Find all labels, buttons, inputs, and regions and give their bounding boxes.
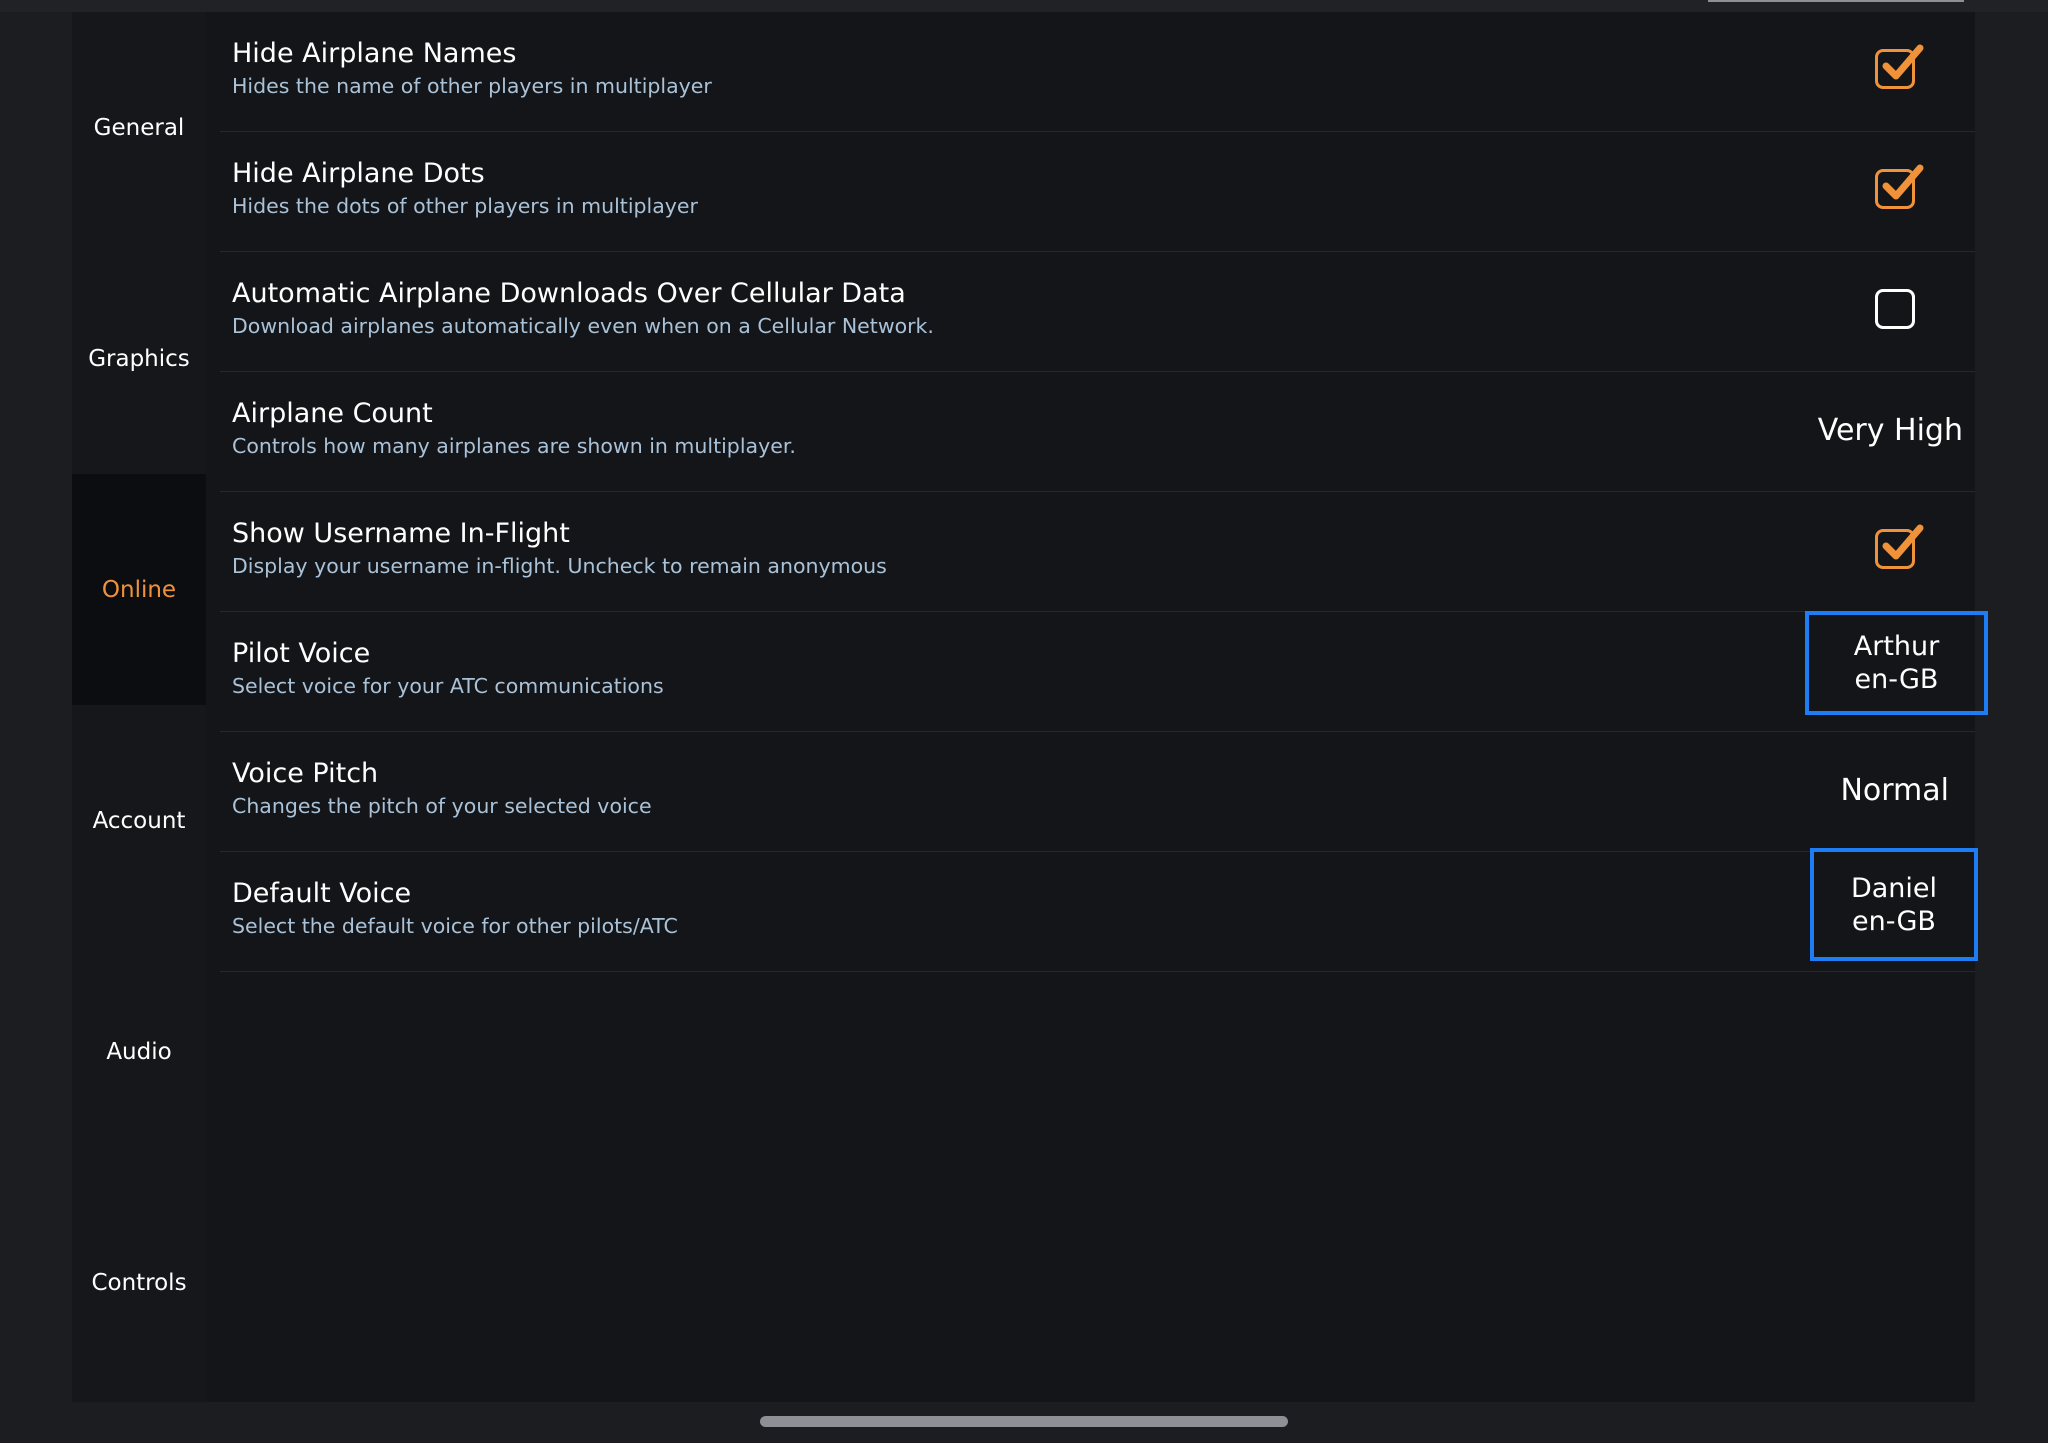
setting-row-default-voice: Default Voice Select the default voice f… [220, 848, 1978, 972]
setting-description: Display your username in-flight. Uncheck… [232, 554, 887, 578]
setting-description: Hides the name of other players in multi… [232, 74, 712, 98]
checkmark-icon [1882, 164, 1924, 200]
setting-row-auto-downloads: Automatic Airplane Downloads Over Cellul… [220, 252, 1975, 372]
sidebar-item-graphics[interactable]: Graphics [72, 243, 206, 474]
settings-sidebar: General Graphics Online Account Audio Co… [72, 12, 206, 1402]
top-indicator [1708, 0, 1964, 2]
setting-row-airplane-count: Airplane Count Controls how many airplan… [220, 372, 1975, 492]
airplane-count-value[interactable]: Very High [1818, 413, 1963, 448]
sidebar-item-controls[interactable]: Controls [72, 1167, 206, 1398]
default-voice-name: Daniel [1850, 872, 1938, 904]
sidebar-item-audio[interactable]: Audio [72, 936, 206, 1167]
setting-title: Hide Airplane Dots [232, 158, 485, 189]
setting-title: Automatic Airplane Downloads Over Cellul… [232, 278, 906, 309]
setting-description: Select voice for your ATC communications [232, 674, 664, 698]
setting-row-pilot-voice: Pilot Voice Select voice for your ATC co… [220, 611, 1988, 732]
checkmark-icon [1882, 524, 1924, 560]
setting-description: Select the default voice for other pilot… [232, 914, 678, 938]
setting-row-hide-names: Hide Airplane Names Hides the name of ot… [220, 12, 1975, 132]
sidebar-item-general[interactable]: General [72, 12, 206, 243]
auto-downloads-checkbox[interactable] [1875, 289, 1915, 329]
setting-title: Default Voice [232, 878, 412, 909]
show-username-checkbox[interactable] [1875, 524, 1924, 569]
sidebar-item-online[interactable]: Online [72, 474, 206, 705]
home-indicator[interactable] [760, 1416, 1288, 1427]
setting-description: Controls how many airplanes are shown in… [232, 434, 796, 458]
settings-panel: General Graphics Online Account Audio Co… [72, 12, 1988, 1402]
setting-description: Changes the pitch of your selected voice [232, 794, 652, 818]
setting-row-show-username: Show Username In-Flight Display your use… [220, 492, 1975, 612]
setting-row-hide-dots: Hide Airplane Dots Hides the dots of oth… [220, 132, 1975, 252]
setting-title: Airplane Count [232, 398, 433, 429]
setting-title: Show Username In-Flight [232, 518, 570, 549]
setting-description: Download airplanes automatically even wh… [232, 314, 934, 338]
settings-list: Hide Airplane Names Hides the name of ot… [220, 12, 1988, 1402]
hide-dots-checkbox[interactable] [1875, 164, 1924, 209]
pilot-voice-locale: en-GB [1854, 664, 1939, 695]
sidebar-item-account[interactable]: Account [72, 705, 206, 936]
pilot-voice-selector[interactable]: Arthur en-GB [1805, 611, 1988, 715]
default-voice-selector[interactable]: Daniel en-GB [1810, 848, 1978, 961]
checkmark-icon [1882, 44, 1924, 80]
default-voice-locale: en-GB [1852, 905, 1936, 937]
setting-title: Hide Airplane Names [232, 38, 517, 69]
setting-title: Pilot Voice [232, 638, 371, 669]
pilot-voice-name: Arthur [1853, 631, 1940, 662]
setting-description: Hides the dots of other players in multi… [232, 194, 698, 218]
setting-title: Voice Pitch [232, 758, 379, 789]
setting-row-voice-pitch: Voice Pitch Changes the pitch of your se… [220, 732, 1975, 852]
hide-names-checkbox[interactable] [1875, 44, 1924, 89]
voice-pitch-value[interactable]: Normal [1840, 773, 1949, 808]
